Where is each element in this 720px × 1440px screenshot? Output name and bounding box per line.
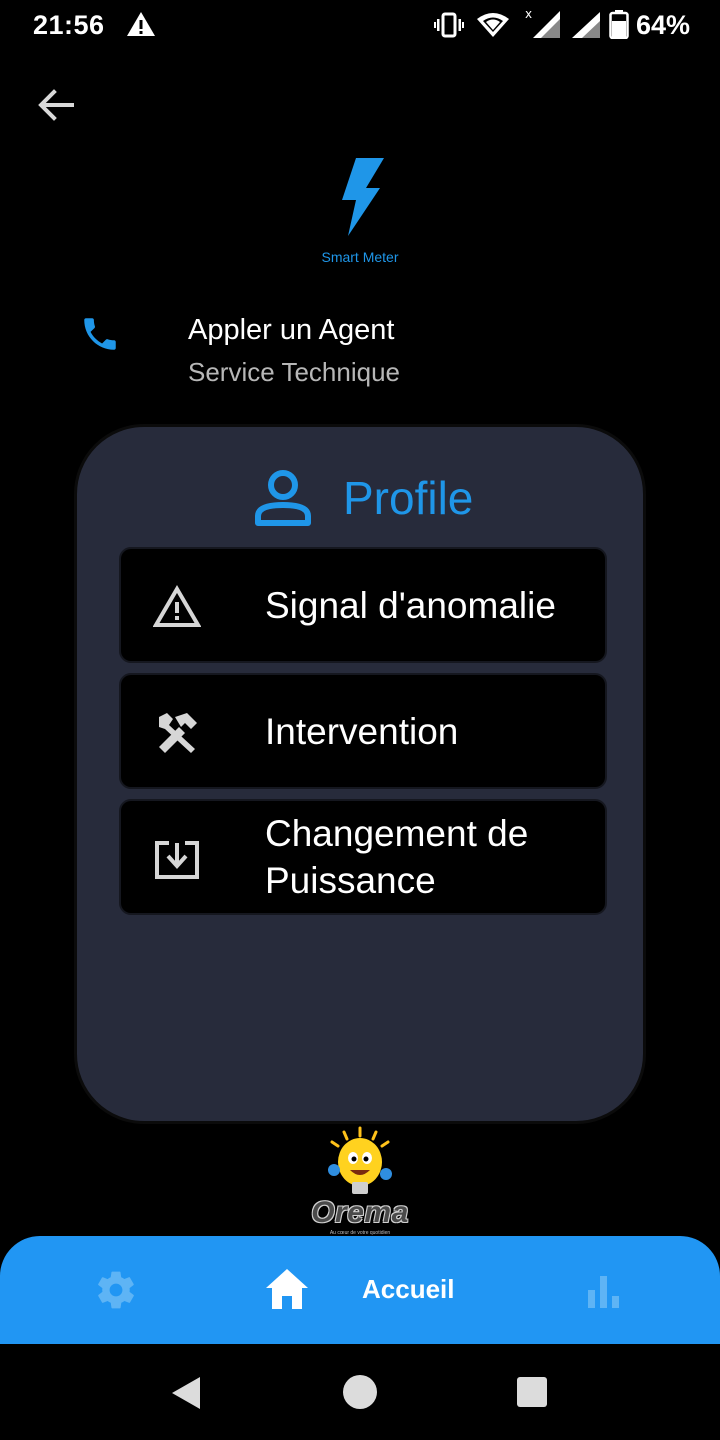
call-agent-row[interactable]: Appler un Agent Service Technique (70, 300, 650, 400)
menu-item-label: Intervention (265, 710, 459, 752)
bottom-nav: Accueil (0, 1236, 720, 1344)
status-bar: 21:56 x 64% (0, 0, 720, 52)
back-arrow-icon[interactable] (30, 82, 82, 128)
lightning-bolt-icon (342, 158, 384, 236)
gear-icon[interactable] (94, 1268, 138, 1312)
signal-icon (572, 12, 600, 38)
person-icon (255, 470, 311, 526)
app-screen: 21:56 x 64% Smart Meter Appler un Agent … (0, 0, 720, 1440)
phone-icon (84, 318, 116, 350)
svg-text:x: x (525, 7, 532, 21)
menu-item-changement-puissance[interactable]: Changement de Puissance (119, 799, 607, 915)
call-agent-subtitle: Service Technique (188, 357, 400, 387)
menu-item-intervention[interactable]: Intervention (119, 673, 607, 789)
battery-percent: 64% (636, 10, 691, 40)
system-back-icon[interactable] (168, 1374, 204, 1412)
profile-title: Profile (343, 472, 474, 524)
profile-card: Profile Signal d'anomalie Intervention C… (74, 424, 646, 1124)
tools-icon (159, 713, 197, 753)
menu-item-label: Signal d'anomalie (265, 584, 556, 626)
status-time: 21:56 (33, 10, 105, 40)
logo-text: Smart Meter (321, 249, 399, 265)
system-nav-bar (0, 1344, 720, 1440)
warning-triangle-icon (153, 585, 201, 627)
vibrate-icon (434, 12, 464, 38)
menu-item-label: Changement de Puissance (265, 813, 529, 901)
menu-item-signal-anomalie[interactable]: Signal d'anomalie (119, 547, 607, 663)
signal-icon: x (525, 7, 560, 38)
alert-icon (127, 12, 155, 36)
system-home-icon[interactable] (342, 1374, 378, 1410)
wifi-icon (477, 13, 509, 37)
bar-chart-icon[interactable] (584, 1272, 624, 1308)
nav-home-label[interactable]: Accueil (362, 1274, 455, 1305)
battery-icon (609, 10, 629, 39)
call-agent-title: Appler un Agent (188, 314, 395, 346)
system-recent-apps-icon[interactable] (516, 1376, 548, 1408)
orema-brand-name: Orema (311, 1196, 409, 1229)
download-box-icon (155, 841, 199, 879)
profile-header: Profile (77, 467, 643, 527)
home-icon[interactable] (264, 1267, 310, 1311)
